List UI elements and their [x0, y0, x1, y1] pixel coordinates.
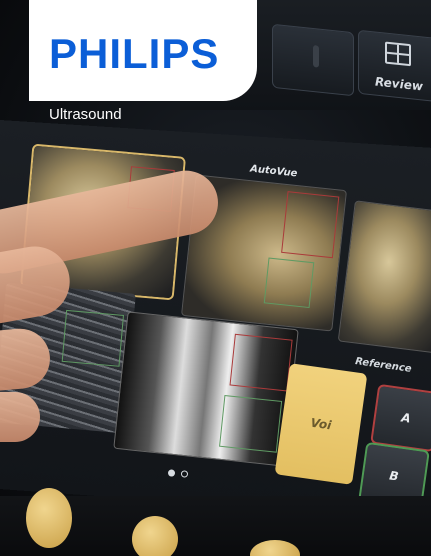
brand-name: PHILIPS: [49, 30, 220, 77]
voi-label: Voi: [309, 415, 333, 433]
inset-frame: [219, 394, 283, 453]
image-tile-3[interactable]: [337, 200, 431, 354]
photo-scene: Review F AutoVue Reference Voi A B: [0, 0, 431, 556]
inset-frame: [61, 309, 124, 367]
rotary-knob[interactable]: [26, 488, 72, 548]
inset-frame: [229, 333, 293, 392]
philips-logo: PHILIPS Ultrasound: [29, 0, 257, 132]
page-dot-active[interactable]: [167, 469, 176, 477]
b-label: B: [388, 468, 400, 484]
a-label: A: [400, 410, 412, 426]
image-tile-5[interactable]: [113, 311, 299, 467]
inset-frame: [281, 191, 340, 259]
hardware-button-blank[interactable]: [272, 23, 354, 97]
inset-frame: [263, 257, 315, 309]
review-button[interactable]: Review: [358, 29, 431, 103]
page-indicator[interactable]: [167, 469, 189, 478]
hardware-bottom-panel: [0, 488, 431, 556]
reference-a-button[interactable]: A: [370, 383, 431, 453]
rotary-knob[interactable]: [250, 540, 300, 556]
brand-subtitle: Ultrasound: [49, 106, 122, 123]
voi-button[interactable]: Voi: [274, 363, 368, 485]
page-dot[interactable]: [180, 470, 189, 478]
indicator-slot: [313, 45, 319, 68]
review-label: Review: [375, 74, 423, 94]
grid-icon: [385, 41, 411, 67]
rotary-knob[interactable]: [132, 516, 178, 556]
